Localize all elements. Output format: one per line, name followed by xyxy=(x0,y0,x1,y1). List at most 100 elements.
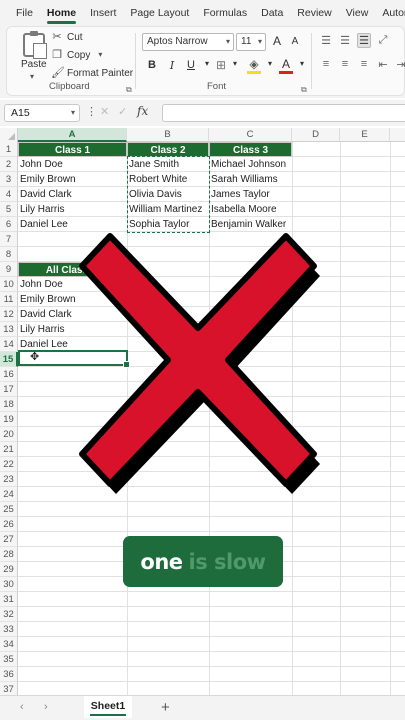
class3-header-cell[interactable]: Class 3 xyxy=(209,142,292,157)
row-header[interactable]: 29 xyxy=(0,562,18,577)
row-header[interactable]: 7 xyxy=(0,232,18,247)
more-options-icon[interactable]: ⋮ xyxy=(86,105,97,118)
sheet-tab-sheet1[interactable]: Sheet1 xyxy=(84,696,132,718)
align-right-icon[interactable]: ≡ xyxy=(357,58,371,70)
orientation-icon[interactable]: ⤢ xyxy=(376,34,390,47)
align-center-icon[interactable]: ≡ xyxy=(338,58,352,70)
check-icon[interactable]: ✓ xyxy=(118,105,127,118)
row-header[interactable]: 23 xyxy=(0,472,18,487)
underline-dropdown-icon[interactable]: ▾ xyxy=(200,59,214,68)
column-header-b[interactable]: B xyxy=(127,128,209,142)
row-header[interactable]: 14 xyxy=(0,337,18,352)
borders-icon[interactable]: ⊞ xyxy=(214,58,228,72)
row-header[interactable]: 8 xyxy=(0,247,18,262)
font-name-combo[interactable]: Aptos Narrow ▾ xyxy=(142,33,234,51)
menu-home[interactable]: Home xyxy=(46,0,77,26)
paste-icon[interactable] xyxy=(23,31,47,59)
row-header[interactable]: 17 xyxy=(0,382,18,397)
chevron-right-icon[interactable]: › xyxy=(44,701,48,713)
row-header[interactable]: 32 xyxy=(0,607,18,622)
table-cell[interactable]: Benjamin Walker xyxy=(209,217,292,232)
row-header[interactable]: 26 xyxy=(0,517,18,532)
menu-page-layout[interactable]: Page Layout xyxy=(130,0,189,26)
menu-automate[interactable]: Automa xyxy=(382,0,405,26)
table-cell[interactable]: Lily Harris xyxy=(18,202,127,217)
table-cell[interactable]: Emily Brown xyxy=(18,172,127,187)
table-cell[interactable]: William Martinez xyxy=(127,202,209,217)
cut-button[interactable]: ✂ Cut xyxy=(51,31,82,43)
row-header[interactable]: 22 xyxy=(0,457,18,472)
row-header[interactable]: 10 xyxy=(0,277,18,292)
table-cell[interactable]: Olivia Davis xyxy=(127,187,209,202)
font-color-dropdown-icon[interactable]: ▾ xyxy=(295,59,309,68)
table-cell[interactable]: James Taylor xyxy=(209,187,292,202)
menu-view[interactable]: View xyxy=(346,0,369,26)
fill-color-icon[interactable]: ◈ xyxy=(247,57,261,74)
row-header[interactable]: 30 xyxy=(0,577,18,592)
outdent-icon[interactable]: ⇥ xyxy=(394,58,405,71)
font-color-button[interactable]: A xyxy=(279,57,293,74)
row-header[interactable]: 6 xyxy=(0,217,18,232)
table-cell[interactable]: Jane Smith xyxy=(127,157,209,172)
fill-color-dropdown-icon[interactable]: ▾ xyxy=(263,59,277,68)
menu-review[interactable]: Review xyxy=(297,0,331,26)
row-header[interactable]: 21 xyxy=(0,442,18,457)
align-left-icon[interactable]: ≡ xyxy=(319,58,333,70)
copy-button[interactable]: ❐ Copy ▾ xyxy=(51,49,106,61)
column-header-d[interactable]: D xyxy=(292,128,340,142)
table-cell[interactable]: Sarah Williams xyxy=(209,172,292,187)
table-cell[interactable]: Michael Johnson xyxy=(209,157,292,172)
add-sheet-button[interactable]: + xyxy=(161,699,170,716)
cancel-icon[interactable]: ✕ xyxy=(100,105,109,118)
row-header[interactable]: 15 xyxy=(0,352,18,367)
select-all-corner[interactable] xyxy=(0,128,18,142)
underline-button[interactable]: U xyxy=(184,59,198,71)
row-header[interactable]: 37 xyxy=(0,682,18,695)
row-header[interactable]: 13 xyxy=(0,322,18,337)
row-header[interactable]: 9 xyxy=(0,262,18,277)
borders-dropdown-icon[interactable]: ▾ xyxy=(228,59,242,68)
row-header[interactable]: 27 xyxy=(0,532,18,547)
class1-header-cell[interactable]: Class 1 xyxy=(18,142,127,157)
column-header-c[interactable]: C xyxy=(209,128,292,142)
table-cell[interactable]: Isabella Moore xyxy=(209,202,292,217)
paste-button[interactable]: Paste xyxy=(21,59,47,70)
row-header[interactable]: 16 xyxy=(0,367,18,382)
row-header[interactable]: 5 xyxy=(0,202,18,217)
chevron-left-icon[interactable]: ‹ xyxy=(20,701,24,713)
indent-icon[interactable]: ⇤ xyxy=(376,58,390,71)
row-header[interactable]: 2 xyxy=(0,157,18,172)
menu-insert[interactable]: Insert xyxy=(90,0,116,26)
italic-button[interactable]: I xyxy=(165,59,179,72)
font-launcher-icon[interactable]: ⧉ xyxy=(301,85,307,95)
font-size-combo[interactable]: 11 ▾ xyxy=(236,33,266,51)
align-top-icon[interactable]: ☰ xyxy=(319,34,333,47)
decrease-font-size-button[interactable]: A xyxy=(288,36,302,47)
name-box[interactable]: A15 ▾ xyxy=(4,104,80,122)
row-header[interactable]: 28 xyxy=(0,547,18,562)
row-header[interactable]: 34 xyxy=(0,637,18,652)
table-cell[interactable]: David Clark xyxy=(18,187,127,202)
table-cell[interactable]: Sophia Taylor xyxy=(127,217,209,232)
menu-data[interactable]: Data xyxy=(261,0,283,26)
table-cell[interactable]: Robert White xyxy=(127,172,209,187)
row-header[interactable]: 35 xyxy=(0,652,18,667)
row-header[interactable]: 12 xyxy=(0,307,18,322)
menu-file[interactable]: File xyxy=(16,0,33,26)
row-header[interactable]: 4 xyxy=(0,187,18,202)
row-header[interactable]: 19 xyxy=(0,412,18,427)
column-header-e[interactable]: E xyxy=(340,128,390,142)
row-header[interactable]: 20 xyxy=(0,427,18,442)
row-header[interactable]: 25 xyxy=(0,502,18,517)
class2-header-cell[interactable]: Class 2 xyxy=(127,142,209,157)
insert-function-button[interactable]: fx xyxy=(137,104,148,118)
menu-formulas[interactable]: Formulas xyxy=(203,0,247,26)
row-header[interactable]: 36 xyxy=(0,667,18,682)
row-header[interactable]: 33 xyxy=(0,622,18,637)
increase-font-size-button[interactable]: A xyxy=(270,34,284,48)
row-header[interactable]: 11 xyxy=(0,292,18,307)
row-header[interactable]: 1 xyxy=(0,142,18,157)
row-header[interactable]: 18 xyxy=(0,397,18,412)
paste-dropdown-icon[interactable]: ▾ xyxy=(30,72,34,81)
table-cell[interactable]: John Doe xyxy=(18,157,127,172)
